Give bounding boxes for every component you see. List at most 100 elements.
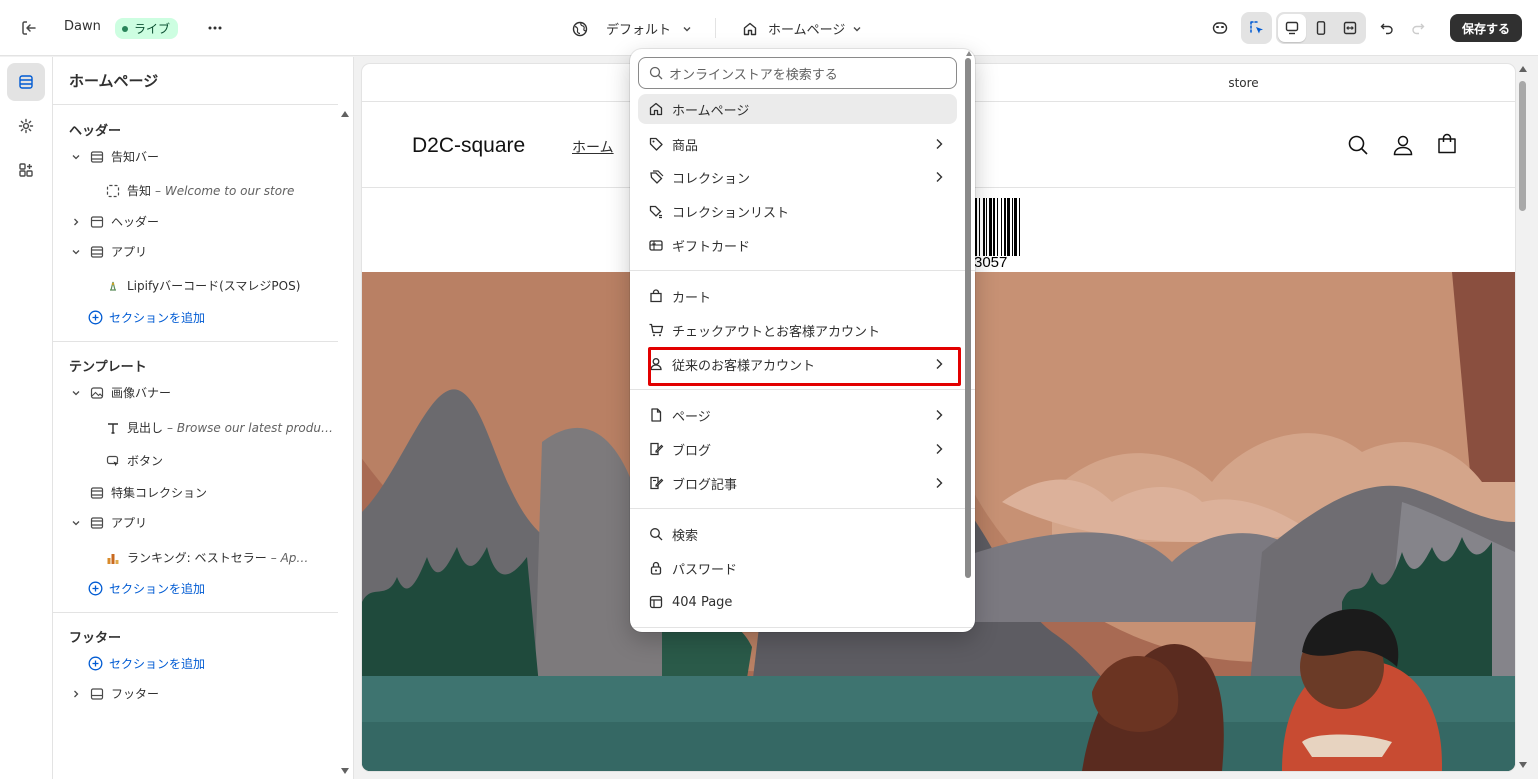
dropdown-item[interactable]: 検索 bbox=[638, 519, 957, 549]
tree-item-announcement[interactable]: 告知 – Welcome to our store bbox=[105, 182, 294, 199]
tag-icon bbox=[648, 136, 664, 152]
plus-circle-icon bbox=[87, 656, 103, 672]
dropdown-item-label: コレクション bbox=[672, 171, 751, 187]
preview-scrollbar[interactable] bbox=[1517, 64, 1527, 771]
dropdown-item[interactable]: ブログ記事 bbox=[638, 468, 957, 498]
fullwidth-view-button[interactable] bbox=[1336, 14, 1364, 42]
blog-post-icon bbox=[648, 475, 664, 491]
dropdown-scroll-up-arrow[interactable] bbox=[966, 51, 972, 56]
app-block-icon bbox=[105, 278, 121, 294]
chevron-right-icon[interactable] bbox=[69, 689, 83, 699]
add-section-footer[interactable]: セクションを追加 bbox=[87, 655, 205, 672]
redo-icon bbox=[1403, 13, 1433, 43]
tree-item-announcement-bar[interactable]: 告知バー bbox=[69, 148, 159, 165]
group-template: テンプレート bbox=[69, 360, 147, 375]
chevron-down-icon[interactable] bbox=[69, 152, 83, 162]
cart-bag-icon[interactable] bbox=[1436, 133, 1458, 155]
scroll-up-arrow[interactable] bbox=[341, 111, 349, 117]
block-dashed-icon bbox=[105, 183, 121, 199]
dropdown-item[interactable]: 404 Page bbox=[638, 587, 957, 617]
desktop-view-button[interactable] bbox=[1278, 14, 1306, 42]
chevron-right-icon[interactable] bbox=[933, 442, 945, 456]
group-header: ヘッダー bbox=[69, 124, 122, 139]
save-button[interactable]: 保存する bbox=[1450, 14, 1522, 42]
barcode-number: 3057 bbox=[974, 254, 1008, 271]
chevron-down-icon[interactable] bbox=[69, 388, 83, 398]
divider bbox=[630, 270, 975, 271]
chevron-right-icon[interactable] bbox=[933, 408, 945, 422]
dropdown-item-label: パスワード bbox=[672, 562, 738, 578]
account-icon[interactable] bbox=[1392, 134, 1414, 156]
mobile-icon bbox=[1313, 20, 1329, 36]
search-icon bbox=[649, 66, 663, 80]
apps-tab[interactable] bbox=[7, 151, 45, 189]
viewport-toggle bbox=[1276, 12, 1366, 44]
dropdown-item[interactable]: 商品 bbox=[638, 129, 957, 159]
chevron-right-icon[interactable] bbox=[933, 476, 945, 490]
undo-button[interactable] bbox=[1372, 13, 1402, 43]
divider bbox=[630, 508, 975, 509]
tree-item-label: Lipifyバーコード(スマレジPOS) bbox=[127, 279, 301, 293]
dropdown-item[interactable]: ギフトカード bbox=[638, 230, 957, 260]
plus-circle-icon bbox=[87, 581, 103, 597]
topbar-divider bbox=[715, 18, 716, 38]
barcode-image bbox=[974, 198, 1022, 258]
scroll-up-arrow[interactable] bbox=[1519, 66, 1527, 72]
dropdown-item[interactable]: カート bbox=[638, 281, 957, 311]
add-section-label: セクションを追加 bbox=[109, 582, 206, 596]
nav-link-home[interactable]: ホーム bbox=[572, 137, 614, 157]
page-selector-dropdown: オンラインストアを検索する ホームページ 商品コレクションコレクションリスト ギフト… bbox=[630, 49, 975, 632]
sections-tab[interactable] bbox=[7, 63, 45, 101]
search-input[interactable]: オンラインストアを検索する bbox=[638, 57, 957, 89]
chevron-right-icon[interactable] bbox=[933, 170, 945, 184]
theme-settings-tab[interactable] bbox=[7, 107, 45, 145]
store-brand[interactable]: D2C-square bbox=[412, 134, 525, 158]
dropdown-item[interactable]: ページ bbox=[638, 400, 957, 430]
divider bbox=[630, 389, 975, 390]
tree-item-image-banner[interactable]: 画像バナー bbox=[69, 384, 171, 401]
more-actions-button[interactable] bbox=[200, 13, 230, 43]
sidebar-title: ホームページ bbox=[69, 72, 159, 90]
tree-item-app-template[interactable]: アプリ bbox=[69, 514, 147, 531]
dropdown-scrollbar-thumb[interactable] bbox=[965, 58, 971, 578]
dropdown-item-label: ページ bbox=[672, 409, 711, 425]
dropdown-item[interactable]: コレクション bbox=[638, 162, 957, 192]
theme-name: Dawn bbox=[64, 19, 101, 34]
chevron-down-icon bbox=[851, 23, 863, 35]
redo-button[interactable] bbox=[1403, 13, 1433, 43]
tree-item-button[interactable]: ボタン bbox=[105, 452, 163, 469]
dropdown-item[interactable]: パスワード bbox=[638, 553, 957, 583]
exit-button[interactable] bbox=[14, 13, 44, 43]
tree-item-ranking[interactable]: ランキング: ベストセラー – Ap… bbox=[105, 549, 308, 566]
text-icon bbox=[105, 420, 121, 436]
tree-item-footer[interactable]: フッター bbox=[69, 685, 159, 702]
dropdown-item[interactable]: ブログ bbox=[638, 434, 957, 464]
sidekick-button[interactable] bbox=[1205, 13, 1235, 43]
chevron-right-icon[interactable] bbox=[933, 137, 945, 151]
search-icon[interactable] bbox=[1347, 134, 1369, 156]
tree-item-barcode-block[interactable]: Lipifyバーコード(スマレジPOS) bbox=[105, 277, 300, 294]
dropdown-item[interactable]: チェックアウトとお客様アカウント bbox=[638, 315, 957, 345]
chevron-down-icon[interactable] bbox=[69, 518, 83, 528]
tree-item-header[interactable]: ヘッダー bbox=[69, 213, 159, 230]
expand-icon bbox=[1342, 20, 1358, 36]
page-selector[interactable]: ホームページ bbox=[742, 19, 863, 38]
dropdown-item[interactable]: ホームページ bbox=[638, 94, 957, 124]
dropdown-item[interactable]: コレクションリスト bbox=[638, 196, 957, 226]
search-icon bbox=[648, 526, 664, 542]
inspector-button[interactable] bbox=[1241, 12, 1272, 44]
chevron-right-icon[interactable] bbox=[69, 217, 83, 227]
tree-item-app-header[interactable]: アプリ bbox=[69, 243, 147, 260]
sidekick-icon bbox=[1205, 13, 1235, 43]
tree-item-featured-collection[interactable]: 特集コレクション bbox=[89, 484, 207, 501]
chevron-down-icon[interactable] bbox=[69, 247, 83, 257]
tree-item-label: アプリ bbox=[111, 245, 148, 259]
mobile-view-button[interactable] bbox=[1307, 14, 1335, 42]
add-section-header[interactable]: セクションを追加 bbox=[87, 309, 205, 326]
scrollbar-thumb[interactable] bbox=[1519, 81, 1526, 211]
add-section-template[interactable]: セクションを追加 bbox=[87, 580, 205, 597]
tree-item-heading[interactable]: 見出し – Browse our latest produ… bbox=[105, 419, 333, 436]
language-selector[interactable]: デフォルト bbox=[572, 19, 693, 38]
scroll-down-arrow[interactable] bbox=[1519, 762, 1527, 768]
scroll-down-arrow[interactable] bbox=[341, 768, 349, 774]
